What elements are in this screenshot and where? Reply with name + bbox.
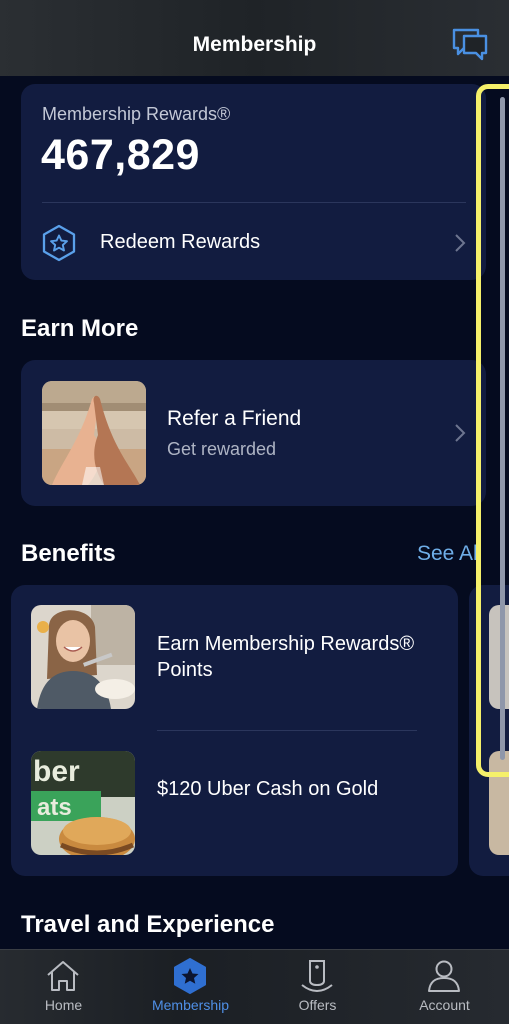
hexagon-star-icon — [42, 224, 76, 262]
divider — [42, 202, 466, 203]
benefit-label: $120 Uber Cash on Gold — [157, 778, 379, 800]
rewards-card: Membership Rewards® 467,829 Redeem Rewar… — [21, 84, 486, 280]
benefits-card: Earn Membership Rewards® Points ber ats … — [11, 585, 458, 876]
top-header: Membership — [0, 0, 509, 76]
bottom-tab-bar: Home Membership Offers Account — [0, 949, 509, 1024]
redeem-rewards-row[interactable]: Redeem Rewards — [21, 208, 486, 278]
tab-home[interactable]: Home — [0, 950, 127, 1024]
person-icon — [428, 960, 460, 992]
app-screen: Membership Membership Rewards® 467,829 R… — [0, 0, 509, 1024]
refer-subtitle: Get rewarded — [167, 439, 277, 459]
uber-eats-burger-photo: ber ats — [31, 751, 135, 855]
tab-label: Membership — [151, 997, 230, 1013]
rewards-points: 467,829 — [41, 131, 200, 179]
benefit-item[interactable]: Earn Membership Rewards® Points — [11, 585, 458, 730]
page-title: Membership — [192, 33, 317, 56]
chat-button[interactable] — [452, 27, 490, 63]
tab-label: Offers — [298, 997, 337, 1013]
svg-text:ber: ber — [33, 755, 80, 788]
rewards-label: Membership Rewards® — [42, 104, 231, 124]
benefits-heading: Benefits — [21, 540, 116, 567]
hexagon-star-icon — [174, 958, 206, 994]
tab-label: Account — [419, 997, 470, 1013]
tag-icon — [301, 960, 333, 992]
woman-eating-photo — [31, 605, 135, 709]
refer-a-friend-card[interactable]: Refer a Friend Get rewarded — [21, 360, 486, 506]
chevron-right-icon — [455, 424, 466, 442]
earn-more-heading: Earn More — [21, 315, 139, 342]
high-five-photo — [42, 381, 146, 485]
tab-offers[interactable]: Offers — [254, 950, 381, 1024]
tab-membership[interactable]: Membership — [127, 950, 254, 1024]
see-all-link[interactable]: See All — [417, 542, 482, 566]
page-edge — [509, 0, 529, 1024]
chevron-right-icon — [455, 234, 466, 252]
redeem-rewards-label: Redeem Rewards — [100, 231, 261, 253]
house-icon — [47, 961, 79, 991]
travel-heading: Travel and Experience — [21, 911, 275, 938]
svg-text:ats: ats — [37, 794, 72, 821]
benefit-label: Earn Membership Rewards® Points — [157, 633, 415, 681]
benefit-item[interactable]: ber ats $120 Uber Cash on Gold — [11, 731, 458, 876]
tab-label: Home — [44, 997, 83, 1013]
scrollbar-highlight — [476, 84, 509, 777]
refer-title: Refer a Friend — [167, 407, 302, 430]
tab-account[interactable]: Account — [381, 950, 508, 1024]
chat-bubbles-icon — [452, 28, 488, 61]
